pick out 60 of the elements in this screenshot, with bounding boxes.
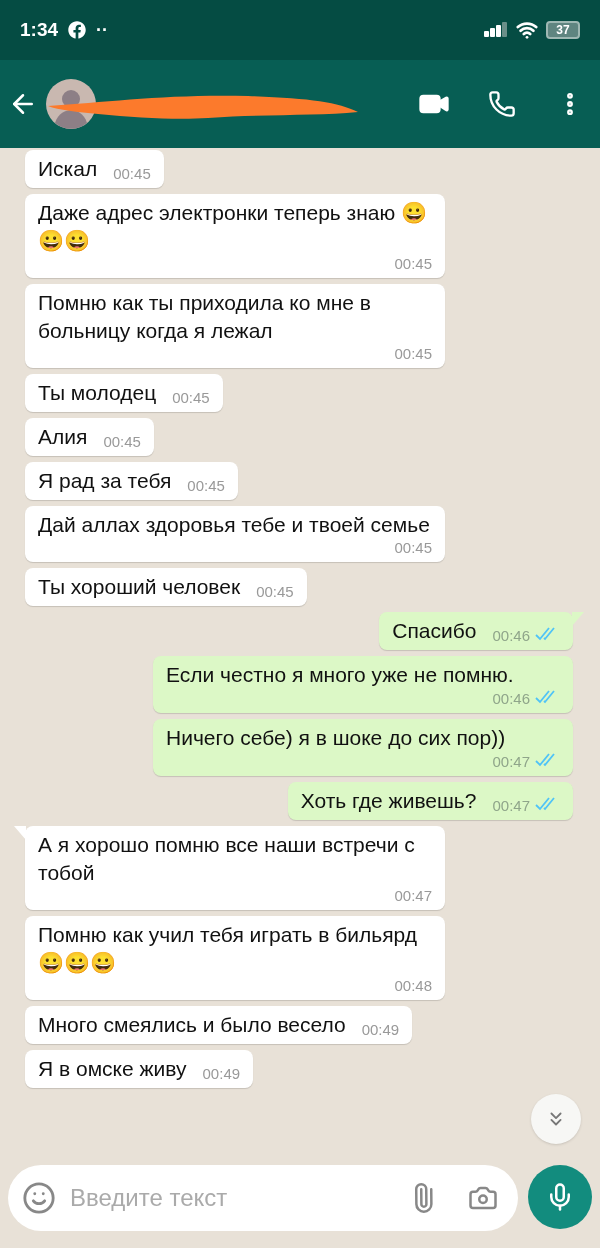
message-text: А я хорошо помню все наши встречи с тобой bbox=[38, 832, 416, 886]
message-text: Помню как ты приходила ко мне в больницу когда я лежал bbox=[38, 290, 372, 344]
message-bubble[interactable]: Алия 00:45 bbox=[25, 418, 154, 456]
emoji-icon[interactable] bbox=[22, 1181, 56, 1215]
message-text: Я рад за тебя bbox=[38, 468, 172, 494]
signal-icon bbox=[484, 21, 508, 39]
clock-time: 1:34 bbox=[20, 17, 59, 42]
message-time: 00:47 bbox=[492, 753, 530, 771]
message-time: 00:45 bbox=[172, 389, 210, 407]
message-bubble[interactable]: Дай аллах здоровья тебе и твоей семье 00:45 bbox=[25, 506, 445, 562]
message-text: Ты молодец bbox=[38, 380, 157, 406]
message-text: Даже адрес электронки теперь знаю 😀😀😀 bbox=[38, 200, 429, 254]
message-text: Дай аллах здоровья тебе и твоей семье bbox=[38, 512, 431, 538]
bubble-tail-icon bbox=[572, 612, 584, 626]
message-time: 00:45 bbox=[103, 433, 141, 451]
message-bubble[interactable]: Даже адрес электронки теперь знаю 😀😀😀 00:45 bbox=[25, 194, 445, 278]
message-time: 00:45 bbox=[394, 539, 432, 557]
message-text: Помню как учил тебя играть в бильярд 😀😀😀 bbox=[38, 922, 419, 976]
message-bubble[interactable]: Я в омске живу 00:49 bbox=[25, 1050, 254, 1088]
message-time: 00:49 bbox=[202, 1065, 241, 1083]
message-time: 00:46 bbox=[492, 627, 530, 645]
battery-level: 37 bbox=[556, 24, 570, 36]
bubble-tail-icon bbox=[14, 826, 26, 840]
message-time: 00:45 bbox=[394, 255, 432, 273]
message-time: 00:45 bbox=[113, 165, 151, 183]
text-field[interactable]: Введите текст bbox=[70, 1180, 408, 1216]
message-bubble[interactable]: Хоть где живешь? 00:47 bbox=[287, 782, 573, 820]
message-text: Если честно я много уже не помню. bbox=[166, 662, 515, 688]
message-bubble[interactable]: Помню как ты приходила ко мне в больницу когда я лежал 00:45 bbox=[25, 284, 445, 368]
message-bubble[interactable]: Много смеялись и было весело 00:49 bbox=[25, 1006, 413, 1044]
phone-call-icon[interactable] bbox=[488, 90, 516, 118]
message-bubble[interactable]: Если честно я много уже не помню. 00:46 bbox=[153, 656, 573, 713]
message-bubble[interactable]: Помню как учил тебя играть в бильярд 😀😀😀 00:48 bbox=[25, 916, 445, 1000]
message-text: Искал bbox=[38, 156, 98, 182]
message-time: 00:45 bbox=[256, 583, 294, 601]
message-bubble[interactable]: Ничего себе) я в шоке до сих пор)) 00:47 bbox=[153, 719, 573, 776]
message-input[interactable]: Введите текст bbox=[8, 1165, 518, 1231]
message-text: Ничего себе) я в шоке до сих пор)) bbox=[166, 725, 507, 751]
message-text: Хоть где живешь? bbox=[300, 788, 477, 814]
message-text: Спасибо bbox=[392, 618, 477, 644]
message-time: 00:47 bbox=[492, 797, 530, 815]
message-bubble[interactable]: Ты хороший человек 00:45 bbox=[25, 568, 307, 606]
message-time: 00:49 bbox=[361, 1021, 400, 1039]
message-time: 00:45 bbox=[394, 345, 432, 363]
message-time: 00:48 bbox=[394, 977, 432, 995]
facebook-icon bbox=[68, 21, 87, 39]
message-time: 00:46 bbox=[492, 690, 530, 708]
message-text: Ты хороший человек bbox=[38, 574, 241, 600]
message-text: Я в омске живу bbox=[38, 1056, 187, 1082]
message-text: Алия bbox=[38, 424, 88, 450]
message-time: 00:47 bbox=[394, 887, 432, 905]
message-bubble[interactable]: А я хорошо помню все наши встречи с тобой 00:47 bbox=[25, 826, 445, 910]
message-bubble[interactable]: Я рад за тебя 00:45 bbox=[25, 462, 238, 500]
message-time: 00:45 bbox=[187, 477, 225, 495]
message-bubble[interactable]: Искал 00:45 bbox=[25, 150, 164, 188]
message-bubble[interactable]: Спасибо 00:46 bbox=[379, 612, 573, 650]
wifi-icon bbox=[516, 19, 538, 41]
notification-dots: ·· bbox=[96, 18, 109, 42]
message-text: Много смеялись и было весело bbox=[38, 1012, 346, 1038]
message-bubble[interactable]: Ты молодец 00:45 bbox=[25, 374, 223, 412]
